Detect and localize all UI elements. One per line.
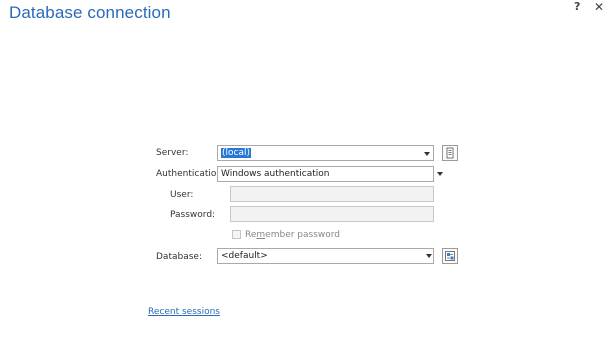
chevron-down-icon[interactable] — [426, 254, 432, 258]
server-combobox[interactable]: (local) — [217, 145, 434, 161]
user-input[interactable] — [230, 186, 434, 202]
password-label: Password: — [170, 210, 216, 220]
recent-sessions-link[interactable]: Recent sessions — [148, 306, 220, 318]
chevron-down-icon[interactable] — [437, 172, 443, 176]
password-input[interactable] — [230, 206, 434, 222]
user-label: User: — [170, 190, 194, 200]
database-value: <default> — [221, 251, 268, 261]
database-label: Database: — [156, 252, 202, 262]
server-list-icon — [446, 147, 454, 159]
authentication-value: Windows authentication — [221, 169, 330, 179]
remember-password-checkbox[interactable] — [232, 230, 241, 239]
dialog-title: Database connection — [9, 3, 171, 22]
help-button[interactable]: ? — [574, 0, 580, 14]
remember-password-label[interactable]: Remember password — [245, 229, 340, 241]
server-browse-button[interactable] — [442, 145, 458, 161]
close-button[interactable]: ✕ — [594, 0, 604, 14]
database-combobox[interactable]: <default> — [217, 248, 434, 264]
chevron-down-icon[interactable] — [424, 152, 430, 156]
authentication-label: Authentication: — [156, 169, 226, 179]
authentication-select[interactable]: Windows authentication — [217, 166, 434, 182]
server-label: Server: — [156, 148, 189, 158]
server-value[interactable]: (local) — [221, 147, 251, 159]
database-browse-icon — [445, 251, 455, 261]
database-browse-button[interactable] — [442, 248, 458, 264]
